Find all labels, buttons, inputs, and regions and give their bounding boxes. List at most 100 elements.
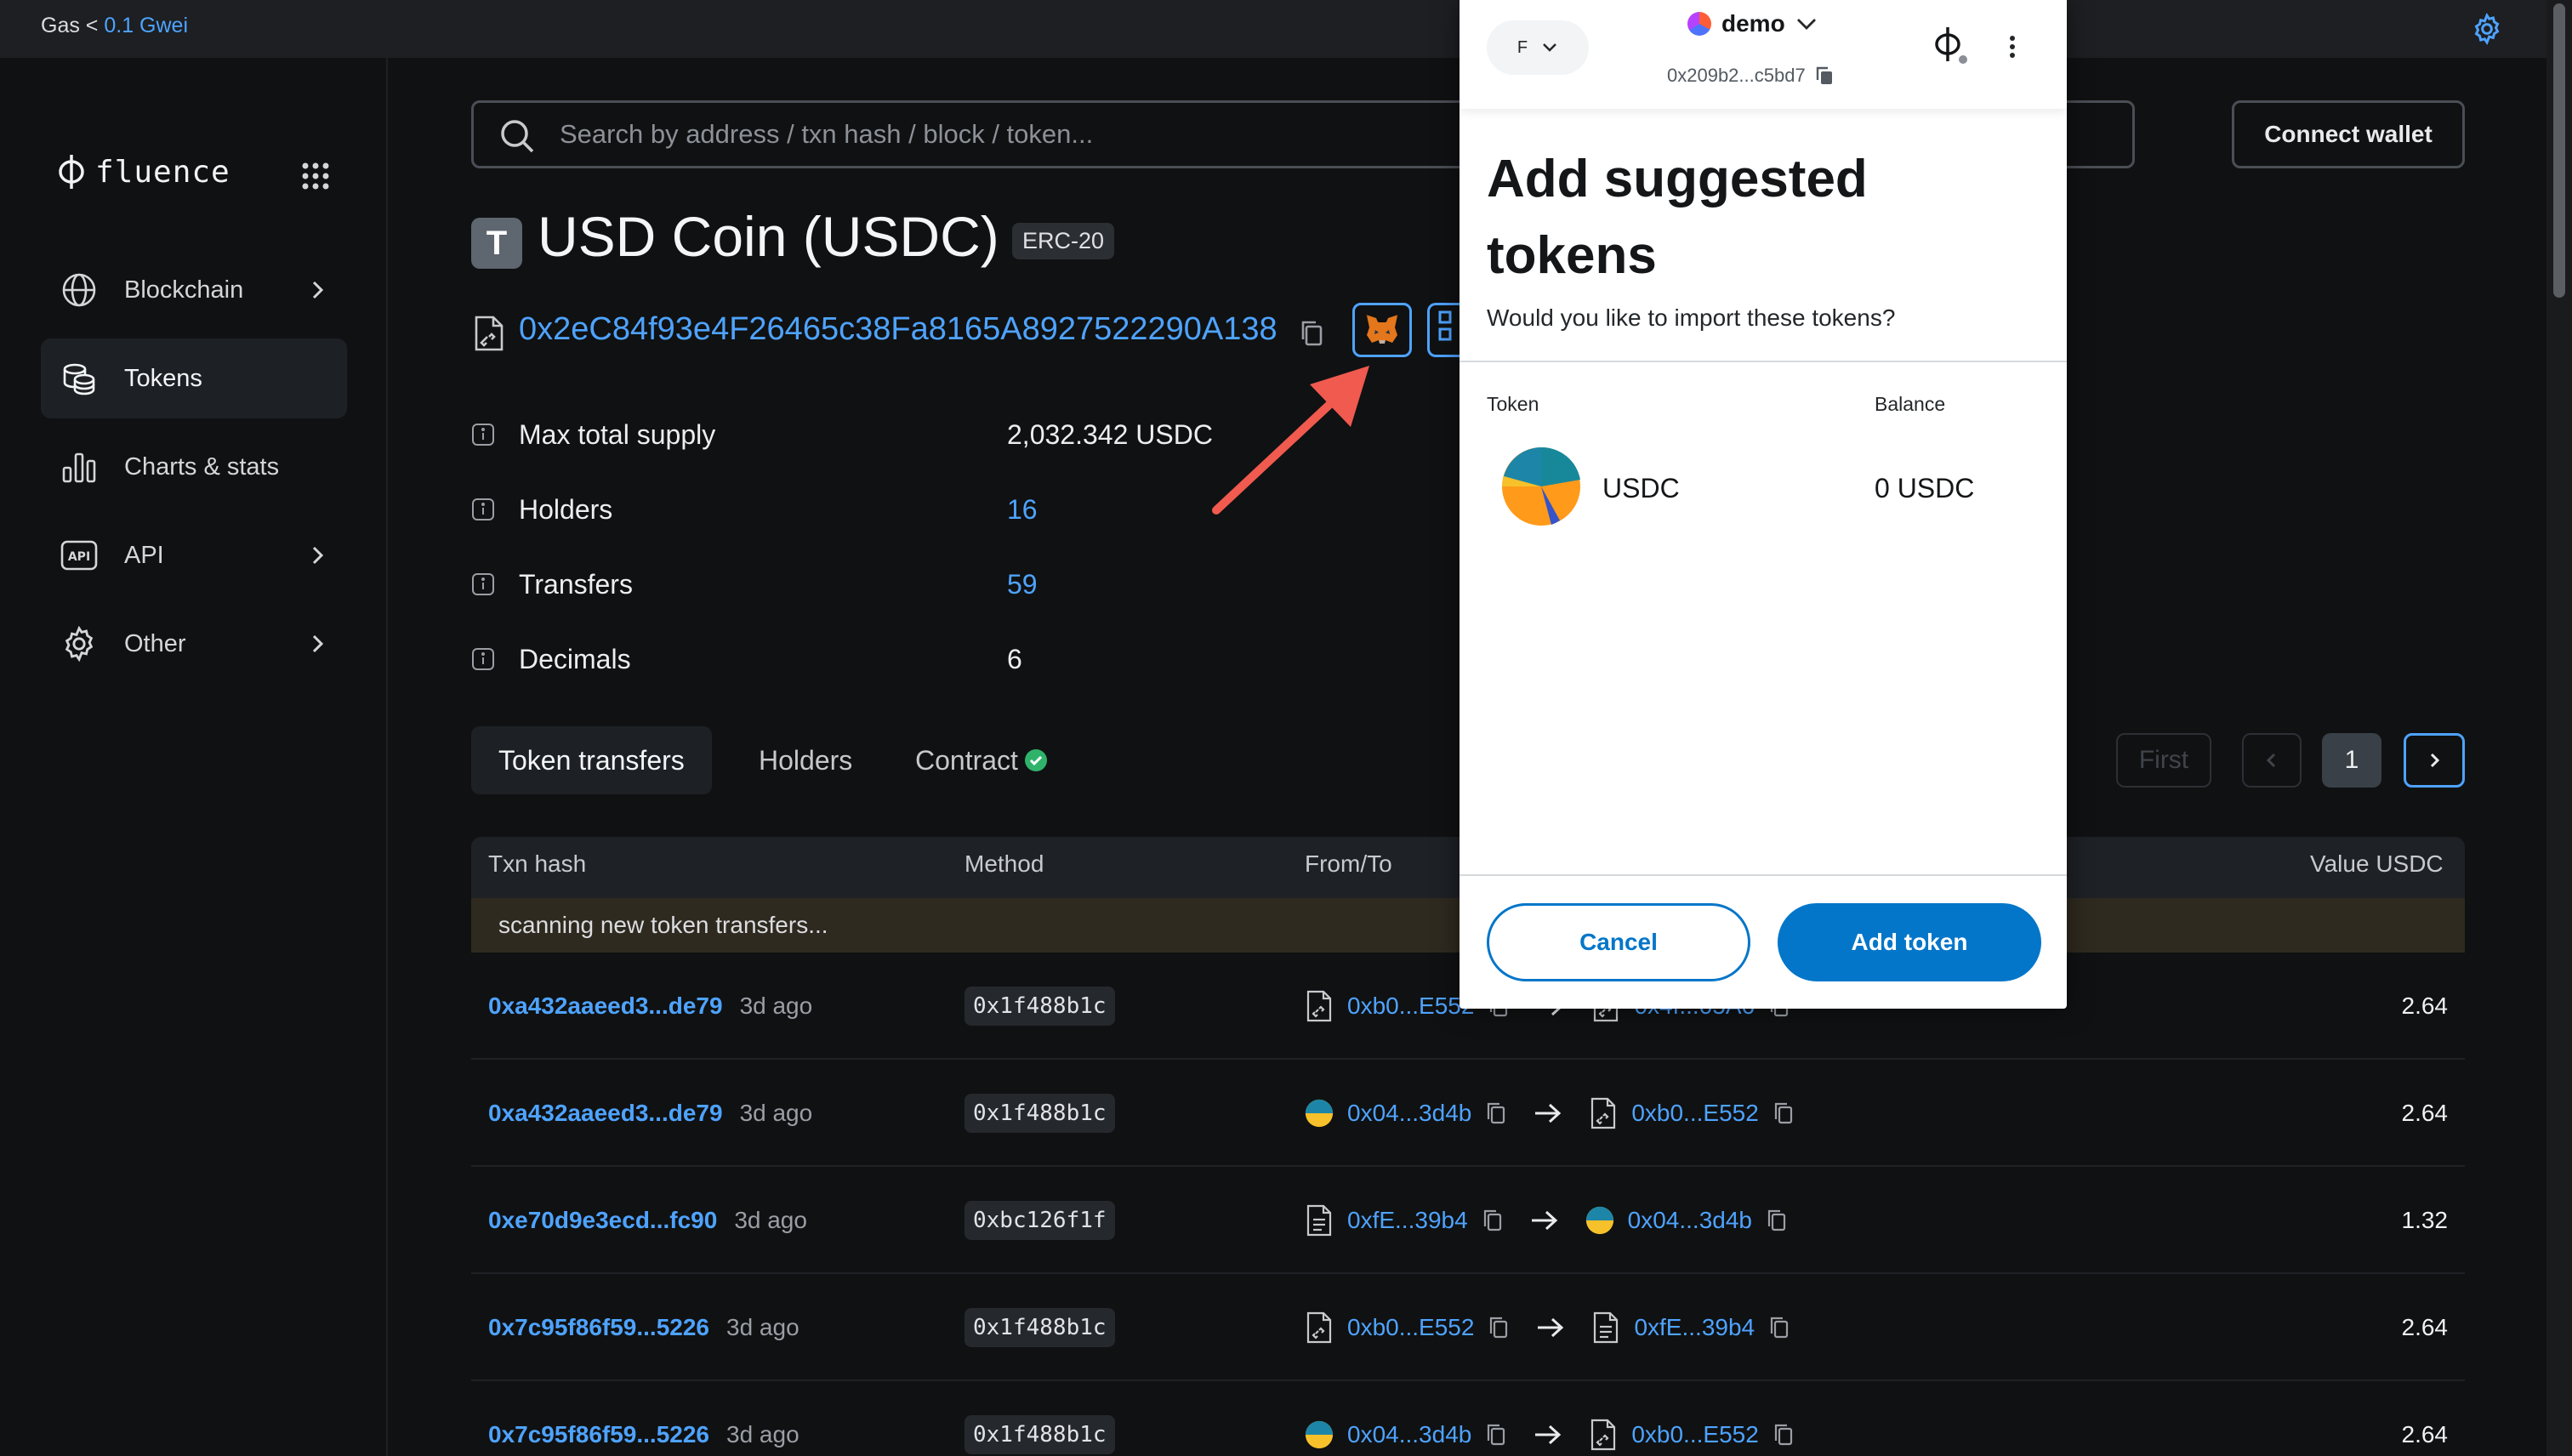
from-address-link[interactable]: 0xb0...E552 bbox=[1347, 992, 1474, 1020]
divider bbox=[1460, 874, 2067, 876]
fluence-connected-site-icon[interactable] bbox=[1931, 24, 1970, 68]
transfer-value: 2.64 bbox=[2401, 1421, 2449, 1447]
bar-chart-icon bbox=[62, 452, 96, 483]
copy-icon[interactable] bbox=[1485, 1101, 1507, 1126]
txn-hash-link[interactable]: 0xe70d9e3ecd...fc90 bbox=[488, 1207, 717, 1234]
from-to-cell: 0xb0...E552 0xfE...39b4 bbox=[1305, 1274, 1790, 1381]
contract-address-link[interactable]: 0x2eC84f93e4F26465c38Fa8165A8927522290A1… bbox=[519, 311, 1277, 348]
method-cell: 0x1f488b1c bbox=[964, 953, 1115, 1060]
network-avatar-icon bbox=[1687, 12, 1711, 36]
txn-cell: 0xe70d9e3ecd...fc90 3d ago bbox=[488, 1167, 807, 1274]
add-to-metamask-button[interactable] bbox=[1352, 303, 1412, 357]
copy-icon[interactable] bbox=[1773, 1101, 1795, 1126]
copy-icon[interactable] bbox=[1768, 1315, 1790, 1340]
copy-icon[interactable] bbox=[1485, 1422, 1507, 1447]
sidebar-item-other[interactable]: Other bbox=[41, 604, 347, 684]
pagination-prev-button[interactable] bbox=[2242, 733, 2302, 788]
method-badge: 0x1f488b1c bbox=[964, 1094, 1115, 1133]
value-cell: 1.32 bbox=[2402, 1167, 2449, 1274]
property-decimals: Decimals 6 bbox=[471, 638, 1022, 680]
txn-hash-link[interactable]: 0xa432aaeed3...de79 bbox=[488, 1100, 723, 1127]
from-to-cell: 0x04...3d4b 0xb0...E552 bbox=[1305, 1060, 1795, 1167]
network-name: demo bbox=[1721, 10, 1785, 37]
contract-file-icon bbox=[475, 316, 504, 351]
sidebar-item-charts-stats[interactable]: Charts & stats bbox=[41, 427, 347, 507]
transfer-value: 2.64 bbox=[2401, 1314, 2449, 1340]
contract-icon bbox=[1306, 1311, 1332, 1344]
info-icon bbox=[472, 648, 494, 670]
copy-icon[interactable] bbox=[1482, 1208, 1504, 1233]
column-header-from-to: From/To bbox=[1305, 850, 1392, 877]
sidebar-item-api[interactable]: API API bbox=[41, 515, 347, 595]
annotation-arrow bbox=[1212, 366, 1369, 515]
account-initial: F bbox=[1516, 37, 1528, 57]
transfers-count-link[interactable]: 59 bbox=[1007, 569, 1038, 600]
pagination-next-button[interactable] bbox=[2404, 733, 2465, 788]
copy-icon[interactable] bbox=[1488, 1315, 1510, 1340]
table-row: 0x7c95f86f59...5226 3d ago 0x1f488b1c 0xb0.… bbox=[471, 1274, 2465, 1381]
txn-age: 3d ago bbox=[734, 1207, 807, 1233]
value-cell: 2.64 bbox=[2402, 953, 2449, 1060]
tab-token-transfers[interactable]: Token transfers bbox=[471, 726, 712, 794]
method-cell: 0x1f488b1c bbox=[964, 1381, 1115, 1456]
from-address-link[interactable]: 0x04...3d4b bbox=[1347, 1421, 1471, 1448]
token-standard-badge: ERC-20 bbox=[1012, 223, 1115, 259]
document-icon bbox=[1306, 1204, 1332, 1237]
connect-wallet-button[interactable]: Connect wallet bbox=[2232, 100, 2465, 168]
contract-icon bbox=[1591, 1419, 1616, 1451]
txn-hash-link[interactable]: 0xa432aaeed3...de79 bbox=[488, 992, 723, 1020]
copy-icon[interactable] bbox=[1773, 1422, 1795, 1447]
tab-holders[interactable]: Holders bbox=[759, 726, 852, 794]
top-bar bbox=[0, 0, 2572, 58]
gear-icon bbox=[65, 625, 94, 663]
to-address-link[interactable]: 0x04...3d4b bbox=[1628, 1207, 1752, 1234]
fluence-logo-icon bbox=[59, 155, 84, 189]
txn-age: 3d ago bbox=[726, 1314, 799, 1340]
tab-contract[interactable]: Contract bbox=[915, 726, 1049, 794]
add-token-button[interactable]: Add token bbox=[1778, 903, 2041, 981]
info-icon bbox=[472, 573, 494, 595]
to-address-link[interactable]: 0xfE...39b4 bbox=[1634, 1314, 1755, 1341]
pagination-first-button[interactable]: First bbox=[2116, 733, 2211, 788]
copy-icon[interactable] bbox=[1766, 1208, 1788, 1233]
column-header-txn-hash: Txn hash bbox=[488, 850, 587, 877]
document-icon bbox=[1594, 1311, 1619, 1344]
to-address-link[interactable]: 0xb0...E552 bbox=[1631, 1100, 1758, 1127]
apps-grid-icon[interactable] bbox=[301, 162, 330, 191]
sidebar-item-blockchain[interactable]: Blockchain bbox=[41, 250, 347, 330]
from-address-link[interactable]: 0x04...3d4b bbox=[1347, 1100, 1471, 1127]
txn-hash-link[interactable]: 0x7c95f86f59...5226 bbox=[488, 1314, 709, 1341]
qr-code-button[interactable] bbox=[1427, 303, 1461, 357]
from-address-link[interactable]: 0xfE...39b4 bbox=[1347, 1207, 1468, 1234]
from-address-link[interactable]: 0xb0...E552 bbox=[1347, 1314, 1474, 1341]
value-cell: 2.64 bbox=[2402, 1381, 2449, 1456]
account-address[interactable]: 0x209b2...c5bd7 bbox=[1667, 65, 1835, 87]
method-badge: 0x1f488b1c bbox=[964, 1415, 1115, 1454]
tab-label: Contract bbox=[915, 744, 1018, 776]
txn-cell: 0xa432aaeed3...de79 3d ago bbox=[488, 1060, 812, 1167]
metamask-header: F demo 0x209b2...c5bd7 bbox=[1460, 0, 2067, 109]
pagination-current-page[interactable]: 1 bbox=[2322, 733, 2381, 788]
copy-icon[interactable] bbox=[1298, 318, 1325, 347]
settings-gear-icon[interactable] bbox=[2470, 12, 2504, 46]
property-label: Max total supply bbox=[519, 418, 716, 450]
brand-logo[interactable]: fluence bbox=[56, 153, 230, 191]
cancel-button[interactable]: Cancel bbox=[1487, 903, 1750, 981]
account-menu-button[interactable]: F bbox=[1487, 20, 1589, 75]
holders-count-link[interactable]: 16 bbox=[1007, 494, 1038, 526]
to-address-link[interactable]: 0xb0...E552 bbox=[1631, 1421, 1758, 1448]
table-row: 0x7c95f86f59...5226 3d ago 0x1f488b1c 0x04.… bbox=[471, 1381, 2465, 1456]
transfer-value: 2.64 bbox=[2401, 992, 2449, 1019]
txn-hash-link[interactable]: 0x7c95f86f59...5226 bbox=[488, 1421, 709, 1448]
sidebar-item-label: Charts & stats bbox=[124, 452, 280, 481]
sidebar-item-tokens[interactable]: Tokens bbox=[41, 338, 347, 418]
chevron-left-icon bbox=[2266, 753, 2276, 768]
transfer-value: 1.32 bbox=[2401, 1207, 2449, 1233]
method-cell: 0x1f488b1c bbox=[964, 1060, 1115, 1167]
scrollbar-thumb[interactable] bbox=[2553, 3, 2565, 298]
tab-label: Token transfers bbox=[498, 744, 685, 776]
network-selector[interactable]: demo bbox=[1687, 10, 1818, 37]
kebab-menu-icon[interactable] bbox=[2007, 34, 2017, 60]
gas-value[interactable]: 0.1 Gwei bbox=[104, 14, 188, 37]
verified-check-icon bbox=[1024, 749, 1047, 771]
